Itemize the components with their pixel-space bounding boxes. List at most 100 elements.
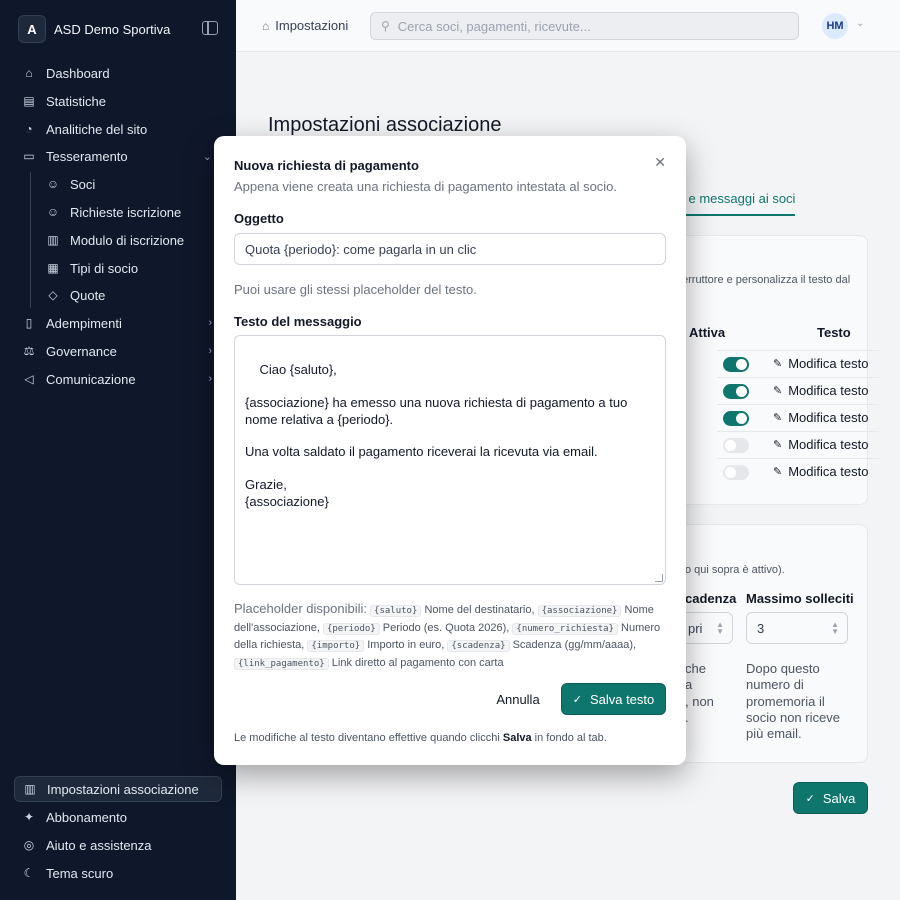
sidebar-item-abbonamento[interactable]: ✦ Abbonamento	[14, 804, 222, 830]
footer-bold: Salva	[502, 732, 532, 744]
sidebar-item-label: Tipi di socio	[70, 260, 139, 276]
chevron-up-down-icon: ▲ ▼	[716, 620, 724, 636]
edit-icon: ✎	[773, 466, 783, 478]
placeholder-code: {scadenza}	[447, 640, 510, 652]
max-solleciti-input[interactable]: 3 ▲ ▼	[746, 612, 848, 644]
active-toggle[interactable]	[723, 357, 749, 372]
users-icon: ☺	[46, 177, 60, 191]
edit-text-button[interactable]: ✎ Modifica testo	[773, 356, 868, 371]
cadenza-help: che a , non .	[685, 661, 714, 726]
edit-label: Modifica testo	[788, 437, 869, 452]
cadenza-value: pri	[688, 620, 703, 636]
table-row: ✎ Modifica testo	[717, 431, 879, 458]
sidebar-item-label: Abbonamento	[46, 809, 127, 825]
breadcrumb[interactable]: ⌂ Impostazioni	[262, 18, 348, 33]
table-row: ✎ Modifica testo	[717, 350, 879, 377]
sidebar-item-governance[interactable]: ⚖ Governance ›	[14, 338, 222, 364]
max-solleciti-help: Dopo questo numero di promemoria il soci…	[746, 661, 840, 742]
sidebar-toggle-icon[interactable]	[202, 21, 218, 35]
id-card-icon: ▭	[23, 149, 35, 163]
sidebar-item-impostazioni[interactable]: ▥ Impostazioni associazione	[14, 776, 222, 802]
help-line: a	[685, 677, 693, 693]
placeholder-code: {importo}	[307, 640, 365, 652]
modal-title: Nuova richiesta di pagamento	[234, 158, 419, 173]
search-box[interactable]: ⚲	[370, 12, 799, 40]
save-text-button[interactable]: ✓ Salva testo	[561, 683, 666, 715]
subject-input[interactable]	[234, 233, 666, 265]
globe-icon: ◔	[25, 122, 33, 136]
table-row: ✎ Modifica testo	[717, 404, 879, 431]
sidebar-item-richieste[interactable]: ☺ Richieste iscrizione	[38, 199, 222, 225]
close-icon[interactable]: ✕	[654, 154, 666, 171]
brand[interactable]: A ASD Demo Sportiva	[18, 14, 218, 44]
edit-icon: ✎	[773, 412, 783, 424]
sidebar-item-label: Adempimenti	[46, 315, 122, 331]
sidebar-item-tipi-socio[interactable]: ▦ Tipi di socio	[38, 255, 222, 281]
search-input[interactable]	[397, 18, 778, 34]
search-icon: ⚲	[381, 19, 390, 33]
chevron-right-icon: ›	[208, 373, 212, 385]
placeholders-label: Placeholder disponibili:	[234, 601, 367, 616]
modal-footer-note: Le modifiche al testo diventano effettiv…	[234, 732, 607, 744]
tab-messaggi-soci[interactable]: l e messaggi ai soci	[682, 191, 796, 216]
brand-name: ASD Demo Sportiva	[54, 21, 171, 37]
sidebar-item-adempimenti[interactable]: ▯ Adempimenti ›	[14, 310, 222, 336]
placeholder-desc: Scadenza (gg/mm/aaaa),	[512, 639, 637, 651]
sidebar-item-tema-scuro[interactable]: ☾ Tema scuro	[14, 860, 222, 886]
sidebar-item-modulo[interactable]: ▥ Modulo di iscrizione	[38, 227, 222, 253]
form-icon: ▥	[47, 233, 59, 247]
max-solleciti-value: 3	[757, 620, 765, 636]
edit-text-button[interactable]: ✎ Modifica testo	[773, 383, 868, 398]
document-icon: ▯	[25, 316, 33, 330]
sidebar-item-label: Dashboard	[46, 65, 110, 81]
edit-icon: ✎	[773, 358, 783, 370]
sidebar-item-aiuto[interactable]: ◎ Aiuto e assistenza	[14, 832, 222, 858]
table-row: ✎ Modifica testo	[717, 377, 879, 404]
sidebar-item-dashboard[interactable]: ⌂ Dashboard	[14, 60, 222, 86]
sidebar-item-soci[interactable]: ☺ Soci	[38, 171, 222, 197]
edit-label: Modifica testo	[788, 356, 869, 371]
edit-text-button[interactable]: ✎ Modifica testo	[773, 410, 868, 425]
sidebar-item-statistiche[interactable]: ▤ Statistiche	[14, 88, 222, 114]
subject-label: Oggetto	[234, 211, 284, 226]
topbar: ⌂ Impostazioni ⚲ HM ⌄	[236, 0, 900, 52]
lifebuoy-icon: ◎	[23, 838, 35, 852]
sidebar-item-label: Analitiche del sito	[46, 121, 148, 137]
save-button[interactable]: ✓ Salva	[793, 782, 868, 814]
active-toggle[interactable]	[723, 438, 749, 453]
body-label: Testo del messaggio	[234, 314, 362, 329]
active-toggle[interactable]	[723, 384, 749, 399]
home-icon: ⌂	[262, 18, 270, 33]
edit-text-button[interactable]: ✎ Modifica testo	[773, 437, 868, 452]
breadcrumb-label: Impostazioni	[275, 18, 349, 33]
help-line: .	[685, 709, 689, 725]
sidebar-item-label: Tesseramento	[46, 148, 128, 164]
help-line: che	[685, 661, 706, 676]
card-description: erruttore e personalizza il testo dal	[682, 274, 851, 286]
tag-icon: ◇	[48, 288, 58, 302]
resize-handle-icon[interactable]	[655, 574, 663, 582]
placeholder-code: {associazione}	[537, 605, 622, 617]
message-textarea[interactable]: Ciao {saluto}, {associazione} ha emesso …	[234, 335, 666, 585]
sparkle-icon: ✦	[23, 810, 35, 824]
placeholder-desc: Link diretto al pagamento con carta	[331, 656, 504, 669]
edit-message-modal: Nuova richiesta di pagamento Appena vien…	[214, 136, 686, 765]
sidebar-item-quote[interactable]: ◇ Quote	[38, 282, 222, 308]
building-icon: ▥	[24, 782, 36, 796]
edit-text-button[interactable]: ✎ Modifica testo	[773, 464, 868, 479]
edit-icon: ✎	[773, 439, 783, 451]
active-toggle[interactable]	[723, 411, 749, 426]
megaphone-icon: ◁	[24, 372, 34, 386]
chevron-right-icon: ›	[208, 317, 212, 329]
footer-text: in fondo al tab.	[531, 732, 607, 744]
sidebar-item-comunicazione[interactable]: ◁ Comunicazione ›	[14, 366, 222, 392]
edit-label: Modifica testo	[788, 383, 869, 398]
avatar[interactable]: HM	[822, 13, 848, 39]
placeholder-code: {periodo}	[322, 622, 380, 635]
chevron-down-icon[interactable]: ⌄	[856, 18, 864, 29]
active-toggle[interactable]	[723, 465, 749, 480]
footer-text: Le modifiche al testo diventano effettiv…	[234, 732, 503, 744]
sidebar-item-tesseramento[interactable]: ▭ Tesseramento ⌄	[14, 143, 222, 169]
sidebar-item-analitiche[interactable]: ◔ Analitiche del sito	[14, 116, 222, 142]
cancel-button[interactable]: Annulla	[486, 683, 550, 715]
